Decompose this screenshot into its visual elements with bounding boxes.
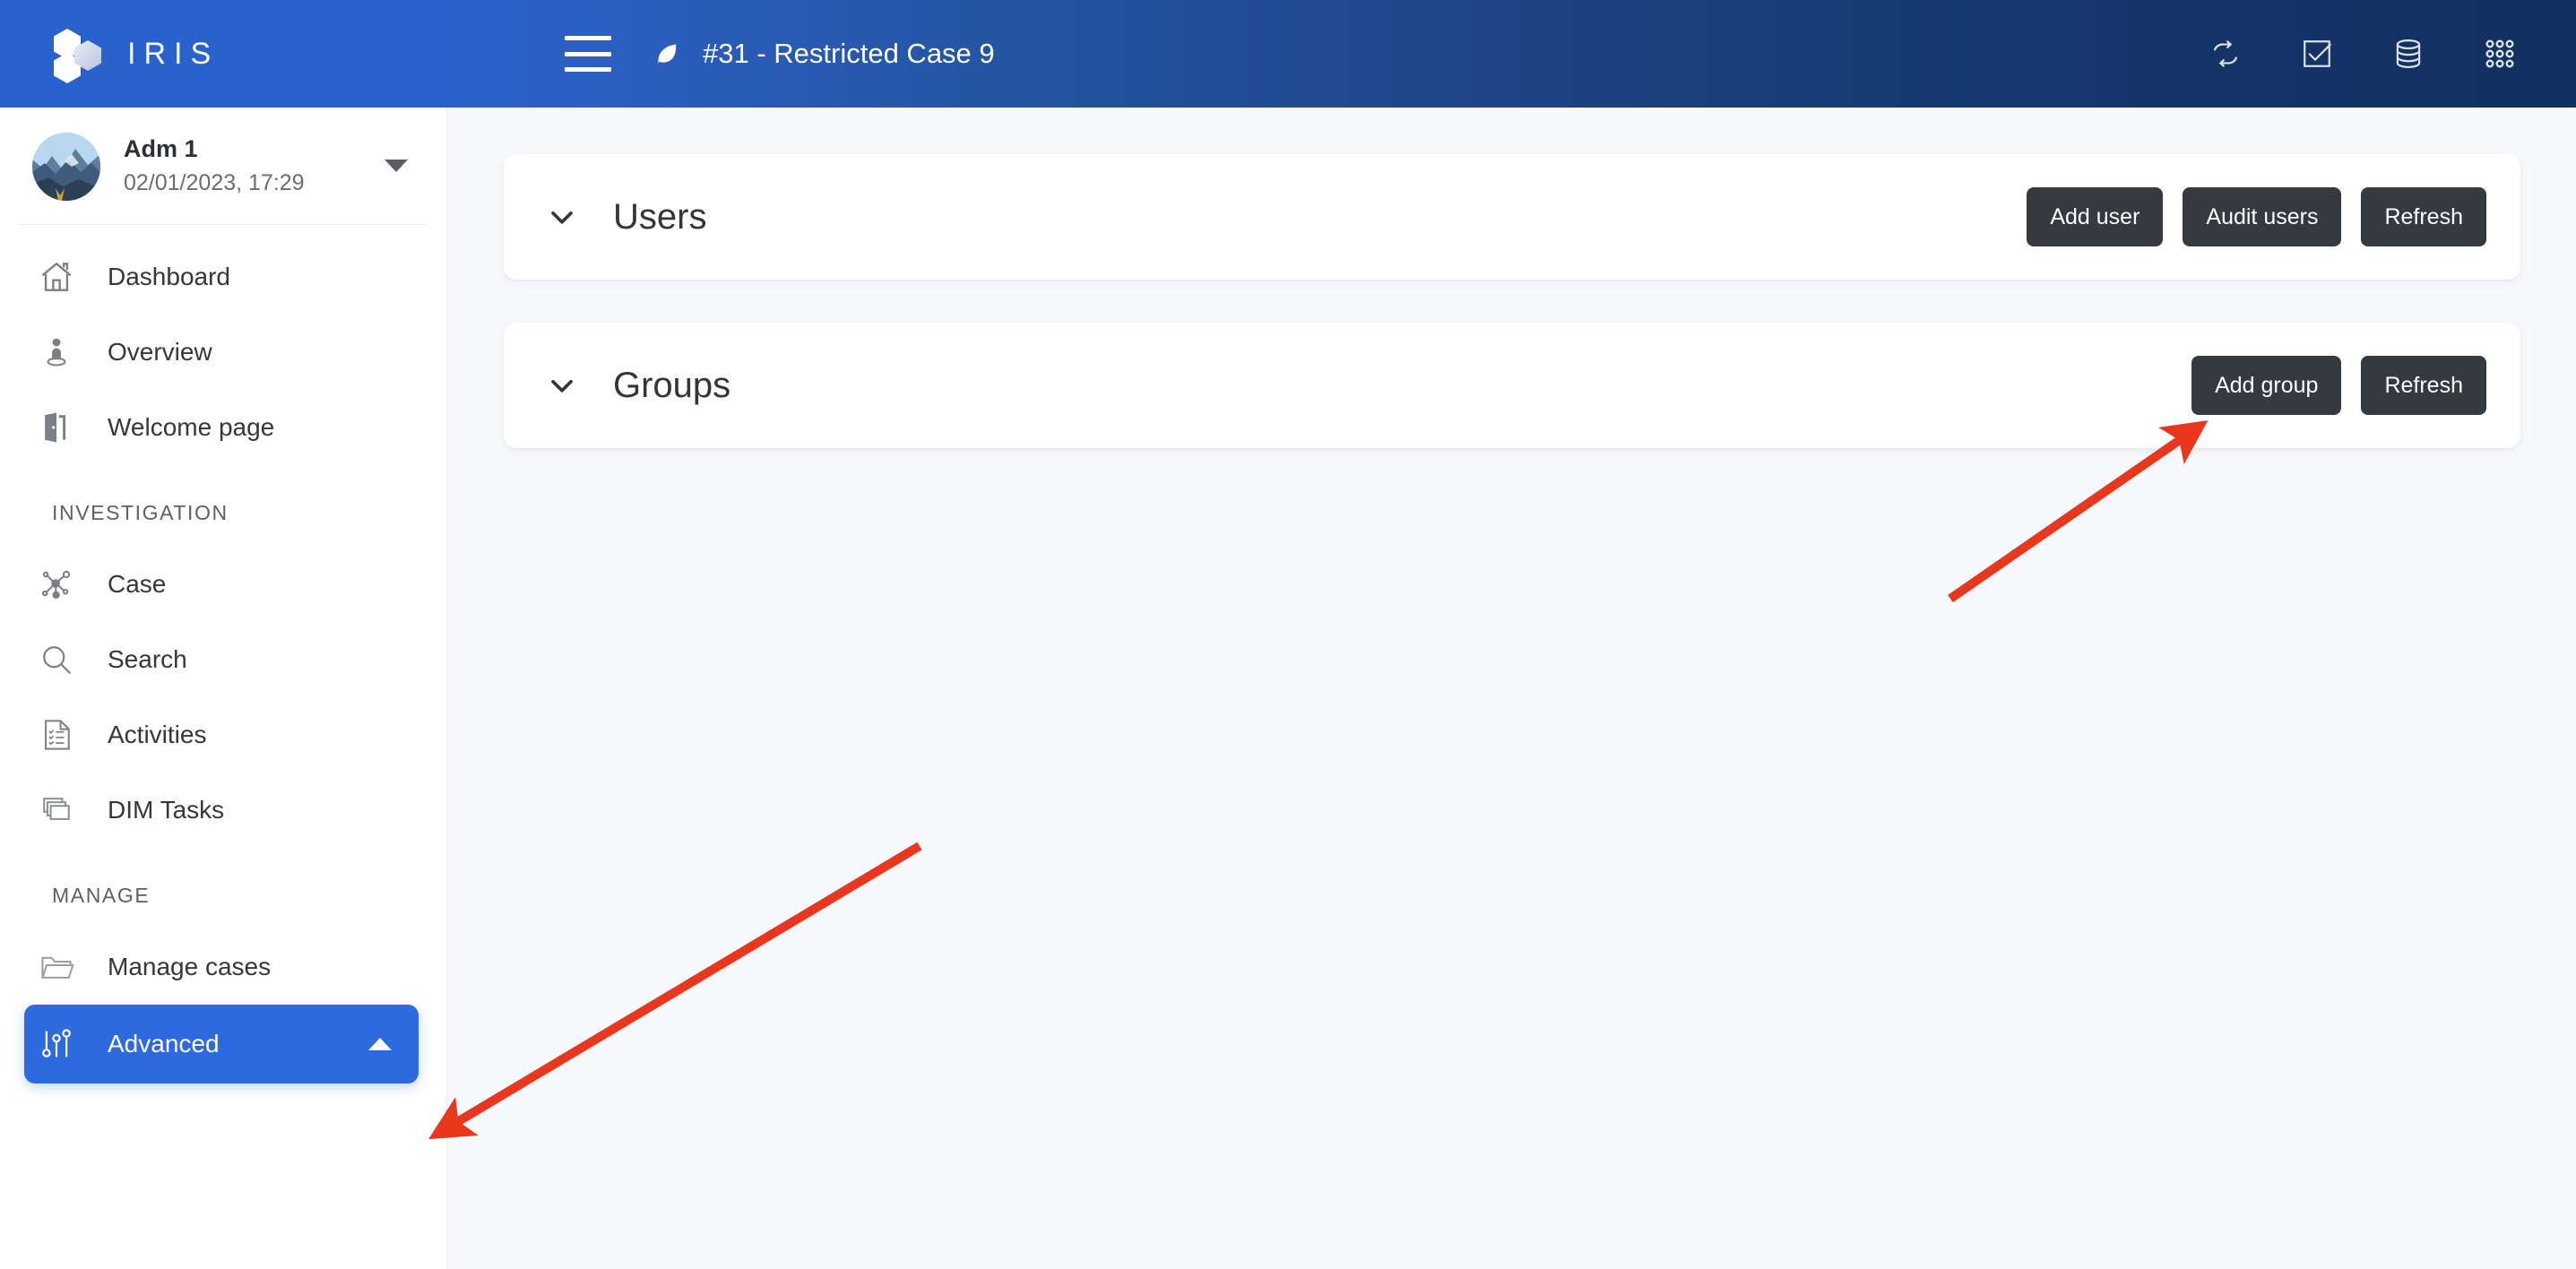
chevron-down-icon[interactable] <box>541 365 583 406</box>
top-bar-right: #31 - Restricted Case 9 <box>448 0 2576 108</box>
sidebar-item-dim-tasks[interactable]: DIM Tasks <box>0 773 447 848</box>
sidebar-item-label: Dashboard <box>108 263 230 290</box>
checkbox-check-icon[interactable] <box>2296 33 2338 74</box>
sidebar-item-overview[interactable]: Overview <box>0 315 447 390</box>
sidebar-nav: Dashboard Overview Welcome page INVESTIG… <box>0 225 447 1083</box>
chevron-up-icon[interactable] <box>368 1038 392 1050</box>
card-title: Groups <box>613 365 731 405</box>
sidebar-item-search[interactable]: Search <box>0 622 447 697</box>
home-icon <box>36 256 77 298</box>
sidebar-item-label: Search <box>108 645 187 673</box>
leaf-icon <box>654 38 687 70</box>
sidebar-item-label: DIM Tasks <box>108 796 225 824</box>
profile-text: Adm 1 02/01/2023, 17:29 <box>124 134 305 199</box>
avatar <box>32 133 100 201</box>
sidebar-item-label: Overview <box>108 338 212 366</box>
current-case-banner[interactable]: #31 - Restricted Case 9 <box>654 38 995 70</box>
grid-apps-icon[interactable] <box>2479 33 2520 74</box>
person-pin-icon <box>36 332 77 373</box>
sidebar-item-dashboard[interactable]: Dashboard <box>0 239 447 315</box>
sliders-icon <box>36 1023 77 1065</box>
user-profile-menu[interactable]: Adm 1 02/01/2023, 17:29 <box>0 108 447 224</box>
add-user-button[interactable]: Add user <box>2027 187 2164 246</box>
sidebar-item-advanced[interactable]: Advanced <box>24 1005 419 1083</box>
sidebar-item-activities[interactable]: Activities <box>0 697 447 773</box>
case-title-text: #31 - Restricted Case 9 <box>703 38 995 69</box>
top-bar-icon-group <box>2205 0 2520 108</box>
folder-open-icon <box>36 946 77 988</box>
groups-card: Groups Add group Refresh <box>504 323 2520 448</box>
sidebar-item-label: Case <box>108 570 167 598</box>
card-title: Users <box>613 196 707 237</box>
sidebar-item-label: Manage cases <box>108 953 272 980</box>
sidebar-item-label: Welcome page <box>108 413 275 441</box>
add-group-button[interactable]: Add group <box>2191 356 2342 415</box>
magnifier-icon <box>36 639 77 680</box>
profile-timestamp: 02/01/2023, 17:29 <box>124 170 305 195</box>
groups-card-actions: Add group Refresh <box>2191 356 2486 415</box>
checklist-doc-icon <box>36 714 77 755</box>
top-bar: IRIS #31 - Restricted Case 9 <box>0 0 2576 108</box>
database-icon[interactable] <box>2388 33 2429 74</box>
sidebar-item-manage-cases[interactable]: Manage cases <box>0 929 447 1005</box>
sidebar-section-investigation: INVESTIGATION <box>52 501 229 524</box>
sync-icon[interactable] <box>2205 33 2246 74</box>
users-card-actions: Add user Audit users Refresh <box>2027 187 2486 246</box>
profile-name: Adm 1 <box>124 135 198 163</box>
brand-area: IRIS <box>0 0 448 108</box>
refresh-groups-button[interactable]: Refresh <box>2361 356 2486 415</box>
audit-users-button[interactable]: Audit users <box>2183 187 2342 246</box>
hamburger-icon[interactable] <box>565 36 611 72</box>
refresh-users-button[interactable]: Refresh <box>2361 187 2486 246</box>
sidebar-item-case[interactable]: Case <box>0 547 447 622</box>
brand-name: IRIS <box>127 36 220 71</box>
sidebar-item-welcome-page[interactable]: Welcome page <box>0 390 447 465</box>
sidebar-section-manage: MANAGE <box>52 884 151 907</box>
door-open-icon <box>36 407 77 448</box>
network-nodes-icon <box>36 564 77 605</box>
main-content: Users Add user Audit users Refresh Group… <box>448 108 2576 1269</box>
users-card: Users Add user Audit users Refresh <box>504 154 2520 280</box>
sidebar: Adm 1 02/01/2023, 17:29 Dashboard Overvi… <box>0 108 448 1269</box>
chevron-down-icon[interactable] <box>541 196 583 237</box>
iris-logo-icon <box>54 29 104 83</box>
sidebar-item-label: Activities <box>108 721 207 748</box>
chevron-down-icon[interactable] <box>385 160 408 172</box>
stacked-cards-icon <box>36 790 77 831</box>
sidebar-item-label: Advanced <box>108 1030 220 1058</box>
